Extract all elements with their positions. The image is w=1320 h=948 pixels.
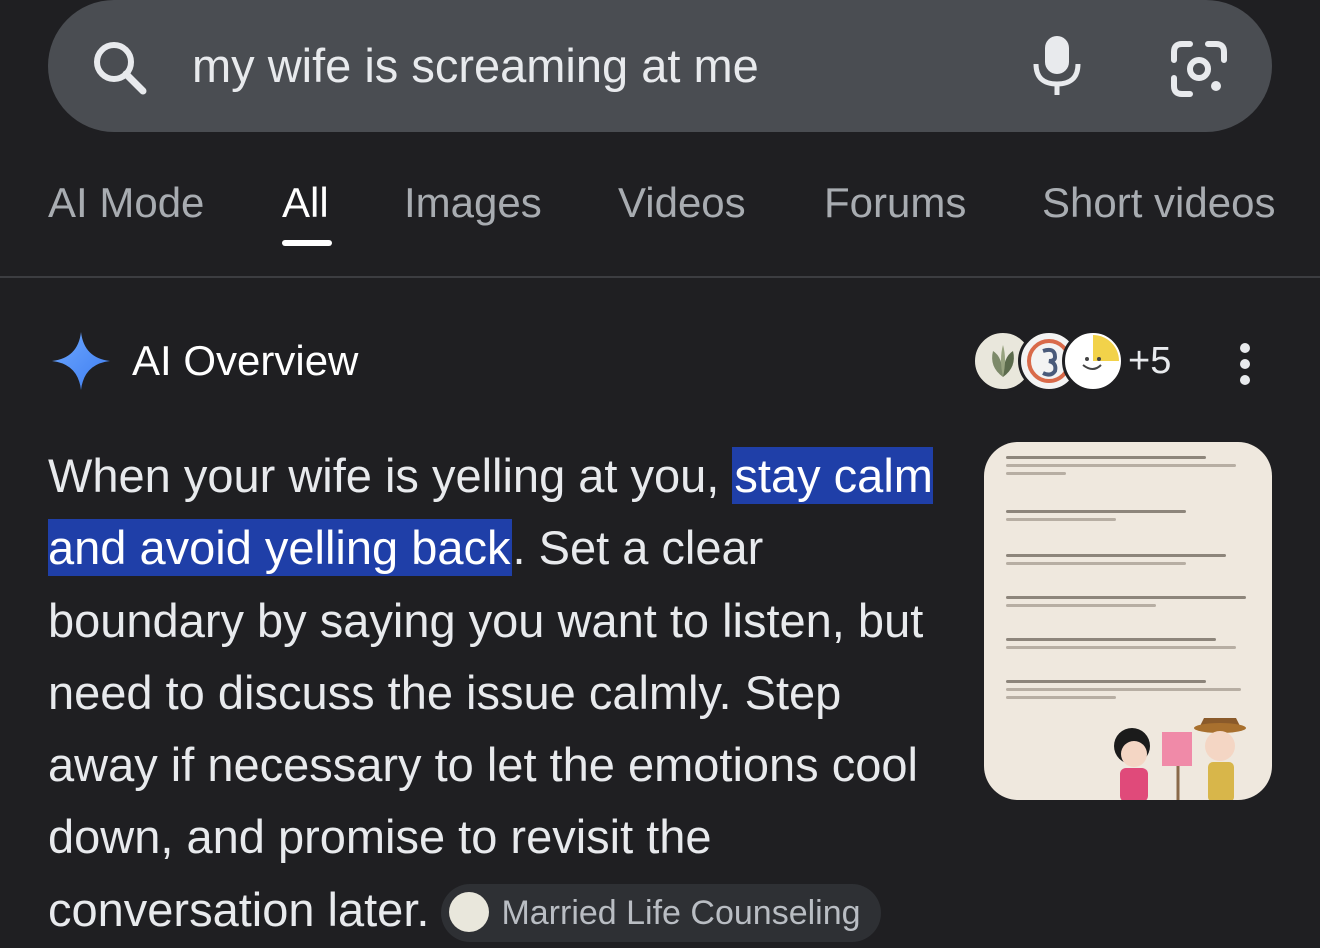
search-tabs: AI Mode All Images Videos Forums Short v… bbox=[0, 160, 1320, 278]
citation-chip[interactable]: Married Life Counseling bbox=[441, 884, 881, 943]
ai-overview-title: AI Overview bbox=[132, 337, 359, 384]
search-input[interactable]: my wife is screaming at me bbox=[192, 38, 759, 94]
citation-label: Married Life Counseling bbox=[501, 894, 861, 933]
more-options-icon[interactable] bbox=[1230, 342, 1260, 386]
camera-lens-icon[interactable] bbox=[1168, 38, 1230, 100]
source-avatar[interactable] bbox=[1062, 330, 1124, 392]
tab-all[interactable]: All bbox=[282, 178, 329, 228]
cartoon-illustration-icon bbox=[1114, 718, 1246, 800]
search-icon[interactable] bbox=[88, 36, 152, 100]
leaf-logo-icon bbox=[449, 892, 490, 933]
overview-text-start: When your wife is yelling at you, bbox=[48, 449, 733, 502]
source-count-badge[interactable]: +5 bbox=[1128, 338, 1171, 384]
overview-text-rest: . Set a clear boundary by saying you wan… bbox=[48, 521, 924, 936]
tab-forums[interactable]: Forums bbox=[824, 178, 966, 228]
ai-overview-text: When your wife is yelling at you, stay c… bbox=[48, 440, 948, 946]
tab-images[interactable]: Images bbox=[404, 178, 542, 228]
active-tab-indicator bbox=[282, 240, 332, 246]
tab-short-videos[interactable]: Short videos bbox=[1042, 178, 1275, 228]
microphone-icon[interactable] bbox=[1026, 32, 1088, 98]
tab-ai-mode[interactable]: AI Mode bbox=[48, 178, 204, 228]
tab-videos[interactable]: Videos bbox=[618, 178, 746, 228]
sparkle-icon bbox=[52, 332, 110, 390]
overview-thumbnail[interactable] bbox=[984, 442, 1272, 800]
smiley-logo-icon bbox=[1082, 335, 1119, 370]
